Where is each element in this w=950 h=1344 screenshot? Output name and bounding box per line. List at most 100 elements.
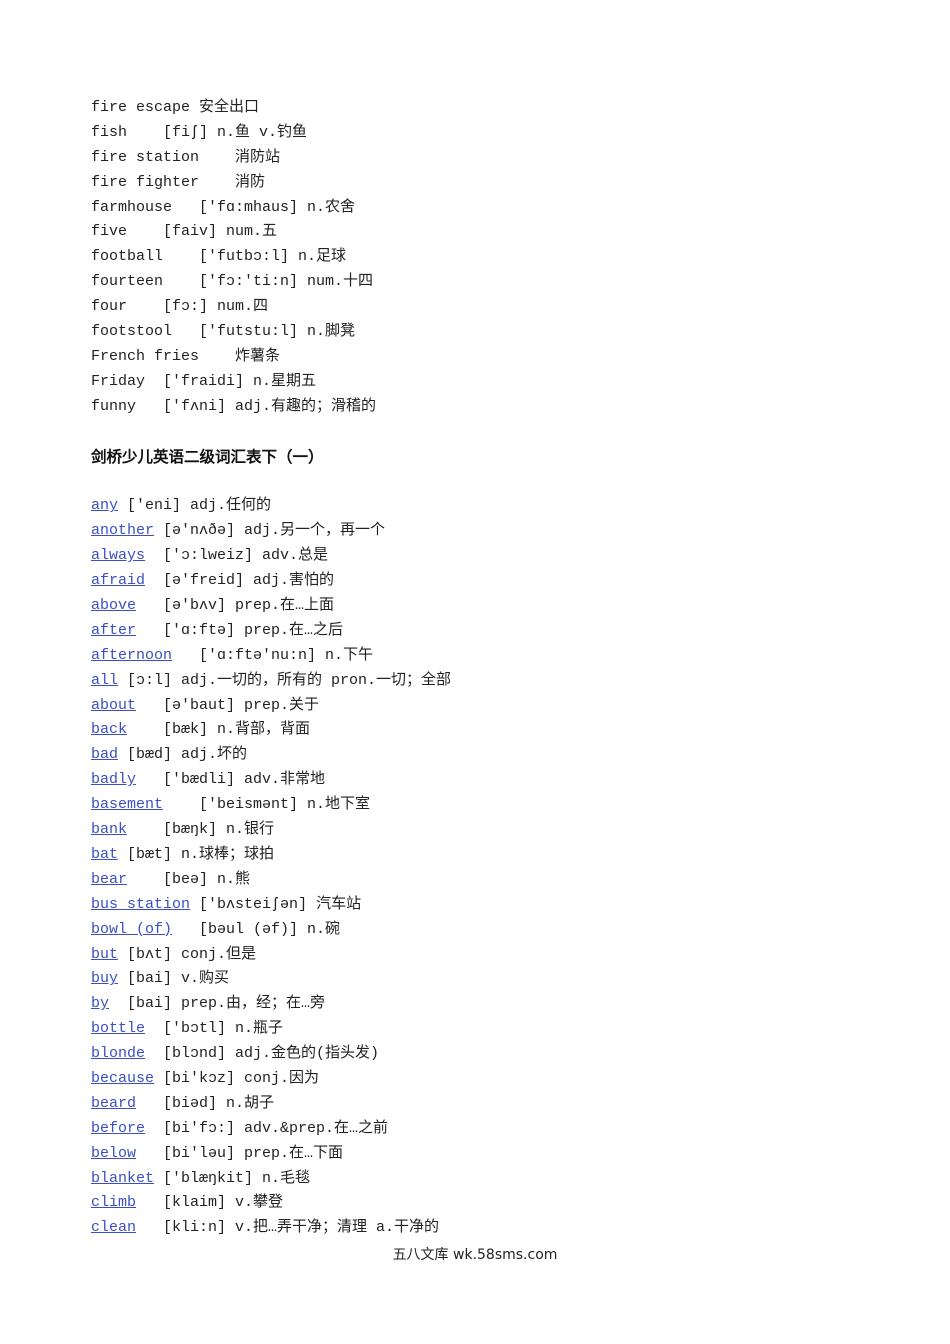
vocab-definition: ['fʌni] adj.有趣的；滑稽的 xyxy=(163,397,377,415)
document-page: fire escape 安全出口 fish [fiʃ] n.鱼 v.钓鱼 fire … xyxy=(91,96,891,1241)
vocab-word-link[interactable]: back xyxy=(91,721,127,738)
vocab-definition: [ə'bʌv] prep.在…上面 xyxy=(163,597,335,615)
vocab-word: fourteen xyxy=(91,273,164,291)
vocab-word-link[interactable]: but xyxy=(91,946,118,963)
vocab-entry: bank [bæŋk] n.银行 xyxy=(91,818,891,843)
vocab-definition: ['ɔ:lweiz] adv.总是 xyxy=(163,547,329,565)
vocab-entry: above [ə'bʌv] prep.在…上面 xyxy=(91,594,891,619)
vocab-word-link[interactable]: bottle xyxy=(91,1020,145,1037)
vocab-word-link[interactable]: another xyxy=(91,522,154,539)
vocab-word-link[interactable]: bank xyxy=(91,821,127,838)
vocab-word-link[interactable]: about xyxy=(91,697,136,714)
vocab-word-link[interactable]: badly xyxy=(91,771,136,788)
vocab-word-link[interactable]: climb xyxy=(91,1194,136,1211)
vocab-entry: fire escape 安全出口 xyxy=(91,96,891,121)
vocab-word-link[interactable]: always xyxy=(91,547,145,564)
vocab-entry: climb [klaim] v.攀登 xyxy=(91,1191,891,1216)
vocab-list-level2: any ['eni] adj.任何的 another [ə'nʌðə] adj.另… xyxy=(91,494,891,1241)
vocab-entry: by [bai] prep.由，经；在…旁 xyxy=(91,992,891,1017)
vocab-word-link[interactable]: basement xyxy=(91,796,163,813)
vocab-entry: badly ['bædli] adv.非常地 xyxy=(91,768,891,793)
vocab-word: footstool xyxy=(91,323,173,341)
vocab-definition: ['eni] adj.任何的 xyxy=(127,497,272,515)
vocab-definition: [bəul (əf)] n.碗 xyxy=(199,920,341,938)
vocab-word-link[interactable]: bear xyxy=(91,871,127,888)
vocab-word-link[interactable]: buy xyxy=(91,970,118,987)
vocab-entry: footstool ['futstu:l] n.脚凳 xyxy=(91,320,891,345)
vocab-entry: five [faiv] num.五 xyxy=(91,220,891,245)
vocab-list-f: fire escape 安全出口 fish [fiʃ] n.鱼 v.钓鱼 fire … xyxy=(91,96,891,420)
vocab-entry: farmhouse ['fɑ:mhaus] n.农舍 xyxy=(91,196,891,221)
vocab-word-link[interactable]: clean xyxy=(91,1219,136,1236)
vocab-word-link[interactable]: blanket xyxy=(91,1170,154,1187)
vocab-entry: bad [bæd] adj.坏的 xyxy=(91,743,891,768)
vocab-word-link[interactable]: beard xyxy=(91,1095,136,1112)
vocab-word-link[interactable]: blonde xyxy=(91,1045,145,1062)
vocab-word: funny xyxy=(91,397,137,415)
vocab-word-link[interactable]: any xyxy=(91,497,118,514)
vocab-entry: four [fɔ:] num.四 xyxy=(91,295,891,320)
vocab-definition: [bæt] n.球棒；球拍 xyxy=(127,845,275,863)
vocab-entry: back [bæk] n.背部，背面 xyxy=(91,718,891,743)
vocab-definition: [bai] v.购买 xyxy=(127,970,230,988)
vocab-word: Friday xyxy=(91,372,146,390)
vocab-definition: ['blæŋkit] n.毛毯 xyxy=(163,1169,311,1187)
vocab-definition: [faiv] num.五 xyxy=(163,223,278,241)
vocab-definition: ['ɑ:ftə'nu:n] n.下午 xyxy=(199,646,374,664)
vocab-word-link[interactable]: before xyxy=(91,1120,145,1137)
vocab-definition: [fɔ:] num.四 xyxy=(163,298,269,316)
vocab-word: five xyxy=(91,223,128,241)
vocab-entry: any ['eni] adj.任何的 xyxy=(91,494,891,519)
vocab-definition: 安全出口 xyxy=(199,99,260,116)
vocab-definition: [bi'ləu] prep.在…下面 xyxy=(163,1144,344,1162)
vocab-word-link[interactable]: above xyxy=(91,597,136,614)
vocab-word-link[interactable]: bowl (of) xyxy=(91,921,172,938)
vocab-entry: basement ['beismənt] n.地下室 xyxy=(91,793,891,818)
vocab-word: fire fighter xyxy=(91,173,200,191)
vocab-definition: [kli:n] v.把…弄干净；清理 a.干净的 xyxy=(163,1219,440,1237)
vocab-word-link[interactable]: afternoon xyxy=(91,647,172,664)
vocab-word-link[interactable]: after xyxy=(91,622,136,639)
vocab-definition: [ə'freid] adj.害怕的 xyxy=(163,572,335,590)
vocab-definition: [bæk] n.背部，背面 xyxy=(163,721,311,739)
vocab-word-link[interactable]: bat xyxy=(91,846,118,863)
vocab-word: farmhouse xyxy=(91,198,173,216)
vocab-word-link[interactable]: below xyxy=(91,1145,136,1162)
vocab-word: four xyxy=(91,298,128,316)
vocab-definition: [bæŋk] n.银行 xyxy=(163,821,275,839)
vocab-word-link[interactable]: bus station xyxy=(91,896,190,913)
vocab-word-link[interactable]: bad xyxy=(91,746,118,763)
vocab-word-link[interactable]: afraid xyxy=(91,572,145,589)
vocab-entry: fourteen ['fɔ:'ti:n] num.十四 xyxy=(91,270,891,295)
vocab-definition: [fiʃ] n.鱼 v.钓鱼 xyxy=(163,123,308,141)
vocab-word-link[interactable]: all xyxy=(91,672,118,689)
vocab-definition: [ɔ:l] adj.一切的，所有的 pron.一切；全部 xyxy=(127,671,452,689)
vocab-entry: bowl (of) [bəul (əf)] n.碗 xyxy=(91,918,891,943)
vocab-word-link[interactable]: because xyxy=(91,1070,154,1087)
vocab-word-link[interactable]: by xyxy=(91,995,109,1012)
vocab-definition: [bi'kɔz] conj.因为 xyxy=(163,1069,320,1087)
vocab-entry: fish [fiʃ] n.鱼 v.钓鱼 xyxy=(91,121,891,146)
